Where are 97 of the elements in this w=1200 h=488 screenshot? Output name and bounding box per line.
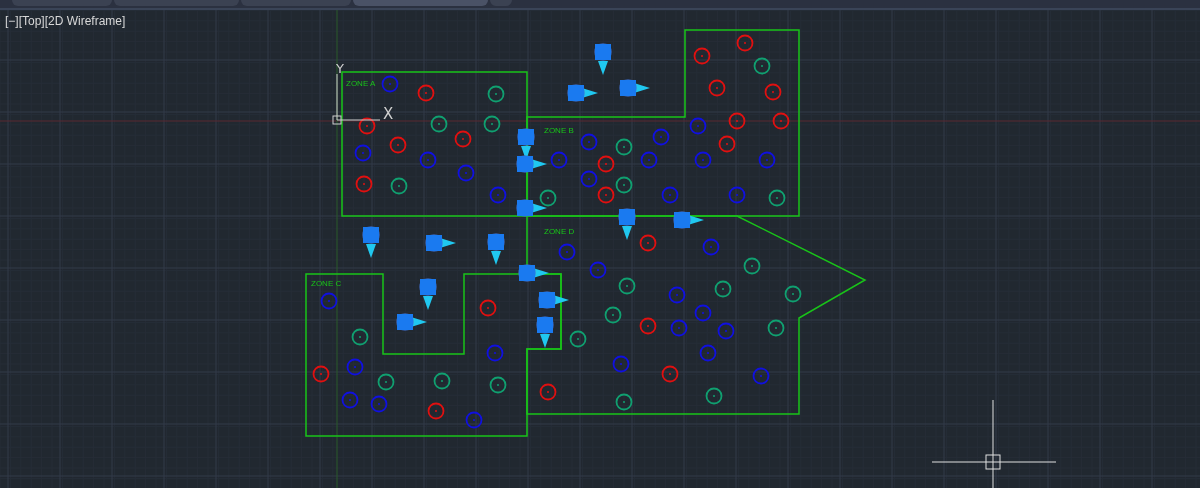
device-marker bbox=[539, 189, 557, 207]
device-marker bbox=[351, 328, 369, 346]
device-marker bbox=[702, 238, 720, 256]
device-marker bbox=[312, 365, 330, 383]
device-marker bbox=[714, 280, 732, 298]
device-marker bbox=[486, 344, 504, 362]
device-marker bbox=[487, 85, 505, 103]
device-marker bbox=[370, 395, 388, 413]
device-marker bbox=[718, 135, 736, 153]
sensor-icon bbox=[487, 233, 505, 265]
device-marker bbox=[390, 177, 408, 195]
device-marker bbox=[640, 151, 658, 169]
device-marker bbox=[483, 115, 501, 133]
device-marker bbox=[346, 358, 364, 376]
device-marker bbox=[743, 257, 761, 275]
device-marker bbox=[358, 117, 376, 135]
zone-label: ZONE B bbox=[544, 126, 574, 135]
device-marker bbox=[705, 387, 723, 405]
ucs-axis-icon bbox=[332, 73, 381, 125]
device-marker bbox=[694, 151, 712, 169]
device-marker bbox=[489, 186, 507, 204]
device-marker bbox=[772, 112, 790, 130]
sensor-icon bbox=[516, 199, 547, 217]
device-marker bbox=[699, 344, 717, 362]
device-marker bbox=[569, 330, 587, 348]
device-marker bbox=[433, 372, 451, 390]
zone-label: ZONE C bbox=[311, 279, 342, 288]
x-axis-label: X bbox=[383, 105, 394, 123]
device-marker bbox=[639, 234, 657, 252]
device-marker bbox=[693, 47, 711, 65]
device-marker bbox=[728, 112, 746, 130]
sensor-icon bbox=[425, 234, 456, 252]
device-marker bbox=[389, 136, 407, 154]
device-marker bbox=[465, 411, 483, 429]
sensor-icon bbox=[567, 84, 598, 102]
y-axis-label: Y bbox=[336, 61, 344, 76]
sensor-icon bbox=[673, 211, 704, 229]
device-marker bbox=[612, 355, 630, 373]
device-marker bbox=[764, 83, 782, 101]
sensor-icon bbox=[594, 43, 612, 75]
sensor-icon bbox=[396, 313, 427, 331]
device-marker bbox=[767, 319, 785, 337]
device-marker bbox=[355, 175, 373, 193]
device-marker bbox=[489, 376, 507, 394]
sensor-icon bbox=[419, 278, 437, 310]
device-marker bbox=[320, 292, 338, 310]
device-marker bbox=[615, 393, 633, 411]
device-marker bbox=[736, 34, 754, 52]
sensor-icon bbox=[362, 226, 380, 258]
sensor-icon bbox=[618, 208, 636, 240]
device-marker bbox=[419, 151, 437, 169]
sensor-icon bbox=[538, 291, 569, 309]
device-marker bbox=[652, 128, 670, 146]
device-marker bbox=[430, 115, 448, 133]
file-tab[interactable] bbox=[353, 0, 488, 6]
device-marker bbox=[661, 365, 679, 383]
device-marker bbox=[694, 304, 712, 322]
device-marker bbox=[580, 133, 598, 151]
zone-label: ZONE D bbox=[544, 227, 575, 236]
device-marker bbox=[753, 57, 771, 75]
device-marker bbox=[708, 79, 726, 97]
device-marker bbox=[417, 84, 435, 102]
device-marker bbox=[580, 170, 598, 188]
device-marker bbox=[784, 285, 802, 303]
device-marker bbox=[427, 402, 445, 420]
device-marker bbox=[539, 383, 557, 401]
sensor-icon bbox=[619, 79, 650, 97]
device-marker bbox=[377, 373, 395, 391]
device-marker bbox=[615, 176, 633, 194]
device-marker bbox=[381, 75, 399, 93]
device-marker bbox=[668, 286, 686, 304]
zone-label: ZONE A bbox=[346, 79, 376, 88]
device-marker bbox=[589, 261, 607, 279]
sensor-icon bbox=[518, 264, 549, 282]
device-marker bbox=[615, 138, 633, 156]
device-marker bbox=[717, 322, 735, 340]
device-marker bbox=[597, 186, 615, 204]
device-marker bbox=[639, 317, 657, 335]
device-marker bbox=[661, 186, 679, 204]
sensor-icon bbox=[536, 316, 554, 348]
device-marker bbox=[618, 277, 636, 295]
device-marker bbox=[354, 144, 372, 162]
device-marker bbox=[558, 243, 576, 261]
device-marker bbox=[670, 319, 688, 337]
device-marker bbox=[550, 151, 568, 169]
device-marker bbox=[597, 155, 615, 173]
device-marker bbox=[454, 130, 472, 148]
device-marker bbox=[479, 299, 497, 317]
device-marker bbox=[752, 367, 770, 385]
device-marker bbox=[604, 306, 622, 324]
device-marker bbox=[728, 186, 746, 204]
device-marker bbox=[758, 151, 776, 169]
device-marker bbox=[457, 164, 475, 182]
device-marker bbox=[341, 391, 359, 409]
viewport-label[interactable]: [−][Top][2D Wireframe] bbox=[5, 14, 126, 28]
device-marker bbox=[689, 117, 707, 135]
device-marker bbox=[768, 189, 786, 207]
